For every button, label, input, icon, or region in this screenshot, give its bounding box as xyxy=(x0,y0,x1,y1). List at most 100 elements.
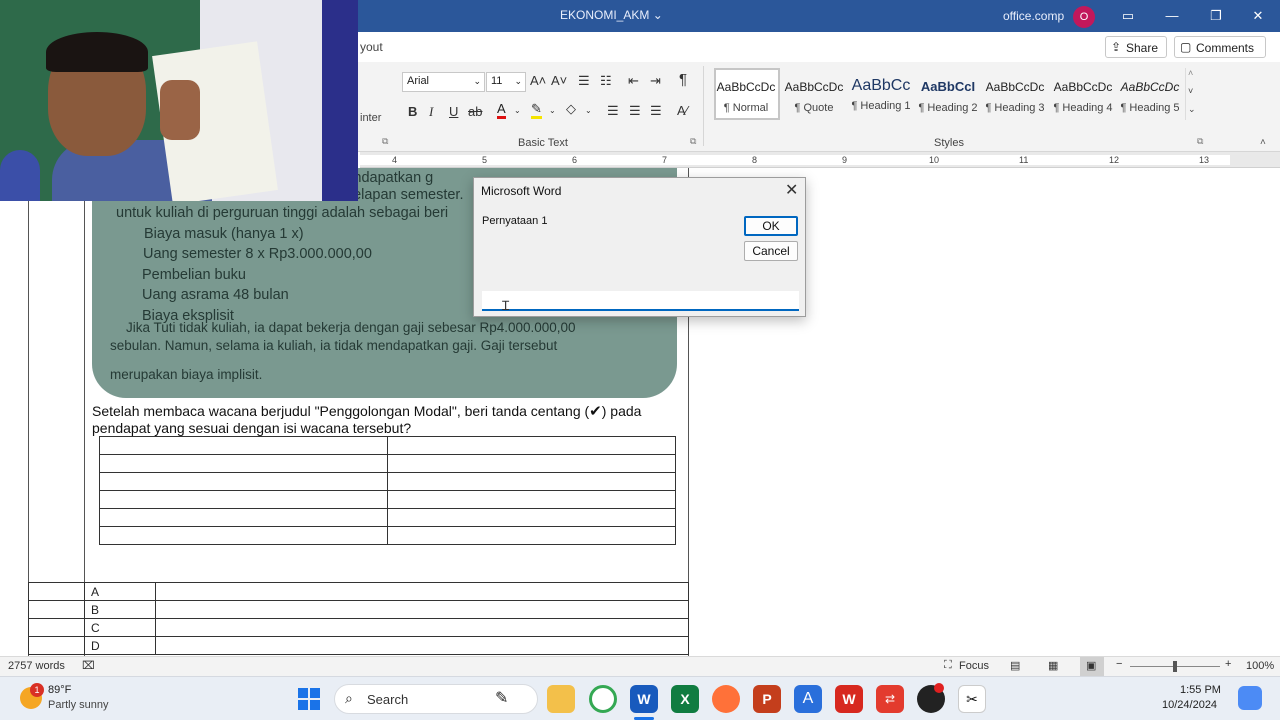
chrome-icon[interactable] xyxy=(589,685,617,713)
table-row[interactable]: B xyxy=(28,600,689,619)
word-icon[interactable]: W xyxy=(630,685,658,713)
table-row[interactable] xyxy=(99,454,676,473)
bold-icon[interactable]: B xyxy=(408,104,417,119)
table-cell[interactable] xyxy=(28,618,85,637)
zoom-slider-thumb[interactable] xyxy=(1173,661,1177,672)
horizontal-ruler[interactable]: 4 5 6 7 8 9 10 11 12 13 xyxy=(360,152,1280,168)
table-cell[interactable] xyxy=(155,600,689,619)
question-text[interactable]: Setelah membaca wacana berjudul "Penggol… xyxy=(92,402,677,436)
highlight-icon[interactable]: ✎ xyxy=(531,102,542,119)
style-heading-1[interactable]: AaBbCc ¶ Heading 1 xyxy=(848,68,914,118)
answer-table[interactable] xyxy=(99,436,676,545)
table-cell[interactable] xyxy=(99,490,388,509)
style-normal[interactable]: AaBbCcDc ¶ Normal xyxy=(713,68,779,118)
clock-time[interactable]: 1:55 PM xyxy=(1180,684,1221,696)
word-count[interactable]: 2757 words xyxy=(8,660,65,672)
highlight-dropdown-icon[interactable]: ⌄ xyxy=(549,106,556,115)
ribbon-display-icon[interactable]: ▭ xyxy=(1106,0,1150,32)
font-color-icon[interactable]: A xyxy=(497,102,506,119)
table-cell[interactable] xyxy=(387,454,676,473)
table-row[interactable]: C xyxy=(28,618,689,637)
table-cell[interactable] xyxy=(99,436,388,455)
read-mode-icon[interactable]: ▤ xyxy=(1010,659,1020,672)
table-row[interactable] xyxy=(99,490,676,509)
dialog-close-icon[interactable]: ✕ xyxy=(785,180,798,200)
table-cell[interactable] xyxy=(387,472,676,491)
styles-scroll-up-icon[interactable]: ˄ xyxy=(1188,68,1193,78)
styles-pane-icon[interactable]: A⁄ xyxy=(677,103,688,118)
decrease-indent-icon[interactable]: ⇤ xyxy=(628,73,639,89)
table-cell[interactable] xyxy=(387,490,676,509)
file-explorer-icon[interactable] xyxy=(547,685,575,713)
pilcrow-icon[interactable]: ¶ xyxy=(679,71,687,88)
style-heading-2[interactable]: AaBbCcI ¶ Heading 2 xyxy=(915,68,981,118)
share-button[interactable]: ⇪ Share xyxy=(1105,36,1167,58)
options-table[interactable]: A B C D xyxy=(28,582,689,655)
shrink-font-icon[interactable]: A˅ xyxy=(551,73,567,88)
capcut-icon[interactable]: ✂ xyxy=(958,685,986,713)
zoom-out-icon[interactable]: − xyxy=(1116,658,1122,670)
table-row[interactable] xyxy=(99,526,676,545)
styles-scroll-down-icon[interactable]: ˅ xyxy=(1188,86,1193,96)
styles-launcher-icon[interactable]: ⧉ xyxy=(1197,136,1203,147)
styles-more-icon[interactable]: ⌄ xyxy=(1188,104,1196,115)
style-quote[interactable]: AaBbCcDc ¶ Quote xyxy=(781,68,847,118)
focus-label[interactable]: Focus xyxy=(959,660,989,672)
restore-icon[interactable]: ❐ xyxy=(1194,0,1238,32)
copilot-icon[interactable] xyxy=(1238,686,1262,710)
italic-icon[interactable]: I xyxy=(429,104,433,120)
account-name[interactable]: office.comp xyxy=(1003,9,1064,23)
bullets-icon[interactable]: ☰ xyxy=(578,73,590,89)
style-heading-5[interactable]: AaBbCcDc ¶ Heading 5 xyxy=(1117,68,1183,118)
cancel-button[interactable]: Cancel xyxy=(744,241,798,261)
tab-layout[interactable]: yout xyxy=(360,40,383,54)
align-center-icon[interactable]: ☰ xyxy=(629,103,641,119)
basic-text-launcher-icon[interactable]: ⧉ xyxy=(690,136,696,147)
font-size-box[interactable]: 11 ⌄ xyxy=(486,72,526,92)
style-heading-4[interactable]: AaBbCcDc ¶ Heading 4 xyxy=(1050,68,1116,118)
proofing-icon[interactable]: ⌧ xyxy=(82,659,95,672)
shading-dropdown-icon[interactable]: ⌄ xyxy=(585,106,592,115)
taskbar-search[interactable]: ⌕ Search ✎ xyxy=(334,684,538,714)
powerpoint-icon[interactable]: P xyxy=(753,685,781,713)
dialog-text-input[interactable] xyxy=(482,291,799,311)
table-row[interactable]: D xyxy=(28,636,689,655)
app-a-icon[interactable]: A xyxy=(794,685,822,713)
align-right-icon[interactable]: ☰ xyxy=(650,103,662,119)
table-cell[interactable] xyxy=(28,582,85,601)
table-row[interactable] xyxy=(99,436,676,455)
table-cell[interactable] xyxy=(387,508,676,527)
print-layout-icon[interactable]: ▦ xyxy=(1048,659,1058,672)
zoom-percent[interactable]: 100% xyxy=(1246,660,1274,672)
focus-icon[interactable]: ⛶ xyxy=(944,659,952,672)
format-painter-label[interactable]: inter xyxy=(360,112,381,124)
increase-indent-icon[interactable]: ⇥ xyxy=(650,73,661,89)
collapse-ribbon-icon[interactable]: ˄ xyxy=(1260,137,1266,148)
option-label[interactable]: B xyxy=(84,600,156,619)
table-cell[interactable] xyxy=(387,526,676,545)
ok-button[interactable]: OK xyxy=(744,216,798,236)
table-cell[interactable] xyxy=(99,454,388,473)
underline-icon[interactable]: U xyxy=(449,104,458,119)
font-name-box[interactable]: Arial ⌄ xyxy=(402,72,485,92)
table-cell[interactable] xyxy=(387,436,676,455)
table-row[interactable] xyxy=(99,508,676,527)
firefox-icon[interactable] xyxy=(712,685,740,713)
numbering-icon[interactable]: ☷ xyxy=(600,73,612,89)
excel-icon[interactable]: X xyxy=(671,685,699,713)
option-label[interactable]: C xyxy=(84,618,156,637)
table-cell[interactable] xyxy=(28,600,85,619)
clock-date[interactable]: 10/24/2024 xyxy=(1162,699,1217,711)
align-left-icon[interactable]: ☰ xyxy=(607,103,619,119)
wps-icon[interactable]: W xyxy=(835,685,863,713)
comments-button[interactable]: ▢ Comments xyxy=(1174,36,1266,58)
strikethrough-icon[interactable]: ab xyxy=(468,104,482,119)
option-label[interactable]: A xyxy=(84,582,156,601)
option-label[interactable]: D xyxy=(84,636,156,655)
minimize-icon[interactable]: — xyxy=(1150,0,1194,32)
grow-font-icon[interactable]: A˄ xyxy=(530,73,546,88)
table-row[interactable]: A xyxy=(28,582,689,601)
windows-start-icon[interactable] xyxy=(298,688,320,710)
font-color-dropdown-icon[interactable]: ⌄ xyxy=(514,106,521,115)
weather-temperature[interactable]: 89°F xyxy=(48,684,71,696)
